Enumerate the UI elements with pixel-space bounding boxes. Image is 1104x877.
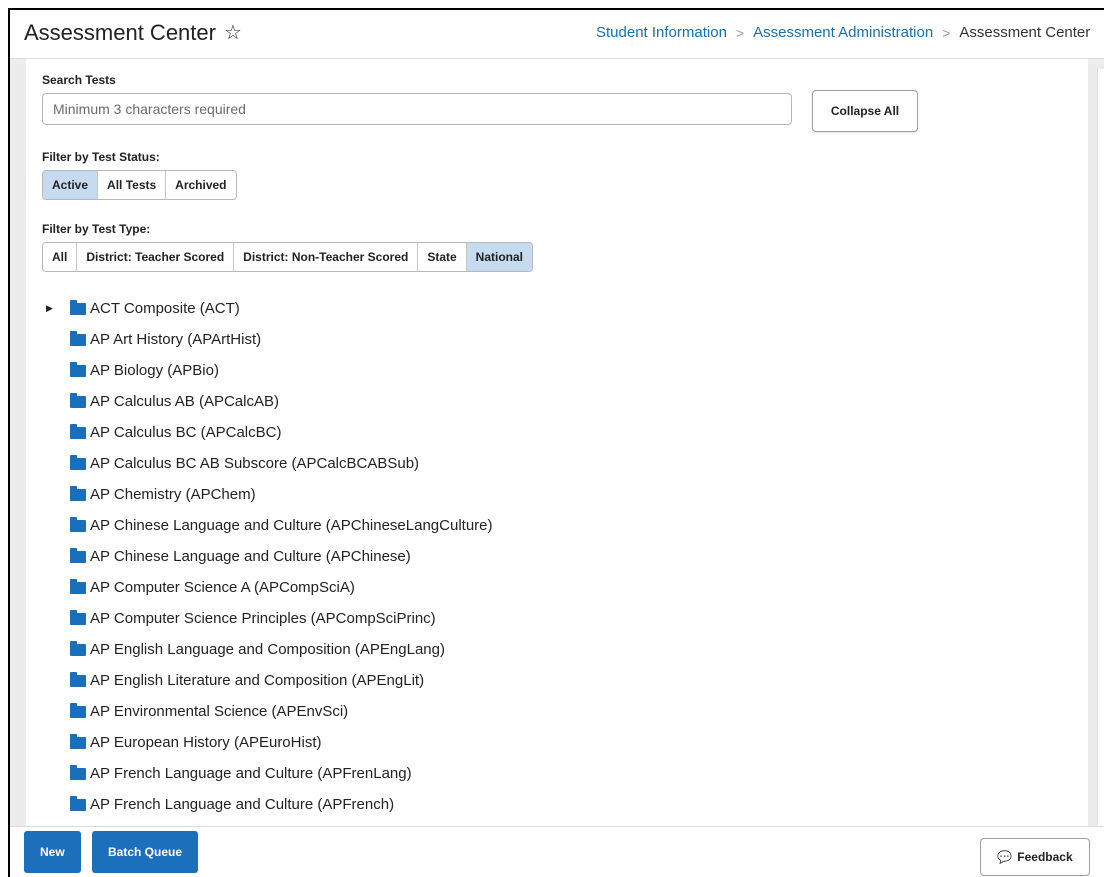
breadcrumb-assessment-administration[interactable]: Assessment Administration — [753, 24, 933, 41]
tree-item[interactable]: AP Art History (APArtHist) — [42, 324, 1088, 355]
type-filter-national[interactable]: National — [466, 243, 533, 271]
breadcrumb-student-information[interactable]: Student Information — [596, 24, 727, 41]
folder-icon — [70, 423, 86, 439]
breadcrumb: Student Information > Assessment Adminis… — [596, 24, 1090, 41]
collapse-all-button[interactable]: Collapse All — [812, 90, 918, 132]
folder-icon — [70, 392, 86, 408]
feedback-button[interactable]: 💬 Feedback — [980, 838, 1090, 876]
tree-item-label: AP Chemistry (APChem) — [90, 486, 256, 503]
tree-item[interactable]: AP French Language and Culture (APFrench… — [42, 789, 1088, 820]
folder-icon — [70, 795, 86, 811]
star-icon[interactable]: ☆ — [224, 23, 242, 43]
folder-icon — [70, 578, 86, 594]
status-filter-archived[interactable]: Archived — [166, 171, 236, 199]
status-filter-all-tests[interactable]: All Tests — [98, 171, 167, 199]
tree-item[interactable]: AP Environmental Science (APEnvSci) — [42, 696, 1088, 727]
tree-item[interactable]: ▶ ACT Composite (ACT) — [42, 293, 1088, 324]
tree-item-label: AP Chinese Language and Culture (APChine… — [90, 548, 411, 565]
tree-item[interactable]: AP Computer Science Principles (APCompSc… — [42, 603, 1088, 634]
tree-item[interactable]: AP European History (APEuroHist) — [42, 727, 1088, 758]
folder-icon — [70, 671, 86, 687]
type-filter-all[interactable]: All — [43, 243, 78, 271]
page-title: Assessment Center ☆ — [24, 20, 242, 46]
folder-icon — [70, 299, 86, 315]
search-input[interactable] — [42, 93, 792, 125]
tree-item[interactable]: AP Biology (APBio) — [42, 355, 1088, 386]
status-filter-active[interactable]: Active — [43, 171, 99, 199]
tree-item[interactable]: AP English Literature and Composition (A… — [42, 665, 1088, 696]
type-filter-district-non-teacher-scored[interactable]: District: Non-Teacher Scored — [234, 243, 419, 271]
page-title-text: Assessment Center — [24, 20, 216, 45]
tree-item[interactable]: AP Calculus AB (APCalcAB) — [42, 386, 1088, 417]
app-window: Assessment Center ☆ Student Information … — [8, 8, 1104, 877]
tree-item-label: AP Calculus BC AB Subscore (APCalcBCABSu… — [90, 455, 420, 472]
type-filter-label: Filter by Test Type: — [42, 222, 151, 236]
expand-arrow-icon[interactable]: ▶ — [46, 303, 62, 314]
tree-item[interactable]: AP English Language and Composition (APE… — [42, 634, 1088, 665]
tree-item-label: AP French Language and Culture (APFrench… — [90, 796, 395, 813]
new-button[interactable]: New — [24, 831, 81, 873]
chevron-right-icon: > — [735, 24, 745, 41]
header-bar: Assessment Center ☆ Student Information … — [10, 10, 1104, 59]
chevron-right-icon: > — [942, 24, 951, 41]
tree-item-label: AP French Language and Culture (APFrenLa… — [90, 765, 412, 782]
batch-queue-button[interactable]: Batch Queue — [92, 831, 199, 873]
folder-icon — [70, 330, 86, 346]
tree-item[interactable]: AP Calculus BC (APCalcBC) — [42, 417, 1088, 448]
tree-item[interactable]: AP French Language and Culture (APFrenLa… — [42, 758, 1088, 789]
tree-item[interactable]: AP Chinese Language and Culture (APChine… — [42, 541, 1088, 572]
tree-item-label: ACT Composite (ACT) — [90, 300, 240, 317]
folder-icon — [70, 454, 86, 470]
tree-item-label: AP Calculus AB (APCalcAB) — [90, 393, 279, 410]
folder-icon — [70, 361, 86, 377]
folder-icon — [70, 609, 86, 625]
tree-item-label: AP English Language and Composition (APE… — [90, 641, 445, 658]
feedback-label: Feedback — [1017, 850, 1073, 864]
type-filter-group: All District: Teacher Scored District: N… — [42, 242, 534, 272]
content-area: Search Tests Collapse All Filter by Test… — [10, 59, 1104, 827]
folder-icon — [70, 733, 86, 749]
tree-item[interactable]: AP Computer Science A (APCompSciA) — [42, 572, 1088, 603]
tree-item-label: AP Art History (APArtHist) — [90, 331, 262, 348]
type-filter-district-teacher-scored[interactable]: District: Teacher Scored — [77, 243, 235, 271]
tree-item-label: AP Biology (APBio) — [90, 362, 219, 379]
folder-icon — [70, 547, 86, 563]
tree-item-label: AP Environmental Science (APEnvSci) — [90, 703, 349, 720]
tree-item-label: AP Computer Science A (APCompSciA) — [90, 579, 355, 596]
breadcrumb-current: Assessment Center — [959, 24, 1091, 41]
folder-icon — [70, 485, 86, 501]
assessment-panel[interactable]: Search Tests Collapse All Filter by Test… — [26, 59, 1088, 827]
status-filter-label: Filter by Test Status: — [42, 150, 160, 164]
folder-icon — [70, 516, 86, 532]
tree-item-label: AP Calculus BC (APCalcBC) — [90, 424, 282, 441]
action-bar: New Batch Queue 💬 Feedback — [10, 826, 1104, 877]
tree-item[interactable]: AP Chemistry (APChem) — [42, 479, 1088, 510]
test-tree: ▶ ACT Composite (ACT) AP Art History (APA… — [42, 293, 1088, 820]
folder-icon — [70, 702, 86, 718]
chat-bubble-icon: 💬 — [997, 850, 1013, 864]
folder-icon — [70, 764, 86, 780]
tree-item-label: AP Chinese Language and Culture (APChine… — [90, 517, 493, 534]
right-panel-edge — [1097, 69, 1104, 827]
tree-item[interactable]: AP Chinese Language and Culture (APChine… — [42, 510, 1088, 541]
status-filter-group: Active All Tests Archived — [42, 170, 237, 200]
tree-item-label: AP English Literature and Composition (A… — [90, 672, 425, 689]
tree-item-label: AP Computer Science Principles (APCompSc… — [90, 610, 436, 627]
search-label: Search Tests — [42, 73, 116, 87]
folder-icon — [70, 640, 86, 656]
tree-item-label: AP European History (APEuroHist) — [90, 734, 322, 751]
tree-item[interactable]: AP Calculus BC AB Subscore (APCalcBCABSu… — [42, 448, 1088, 479]
type-filter-state[interactable]: State — [418, 243, 467, 271]
